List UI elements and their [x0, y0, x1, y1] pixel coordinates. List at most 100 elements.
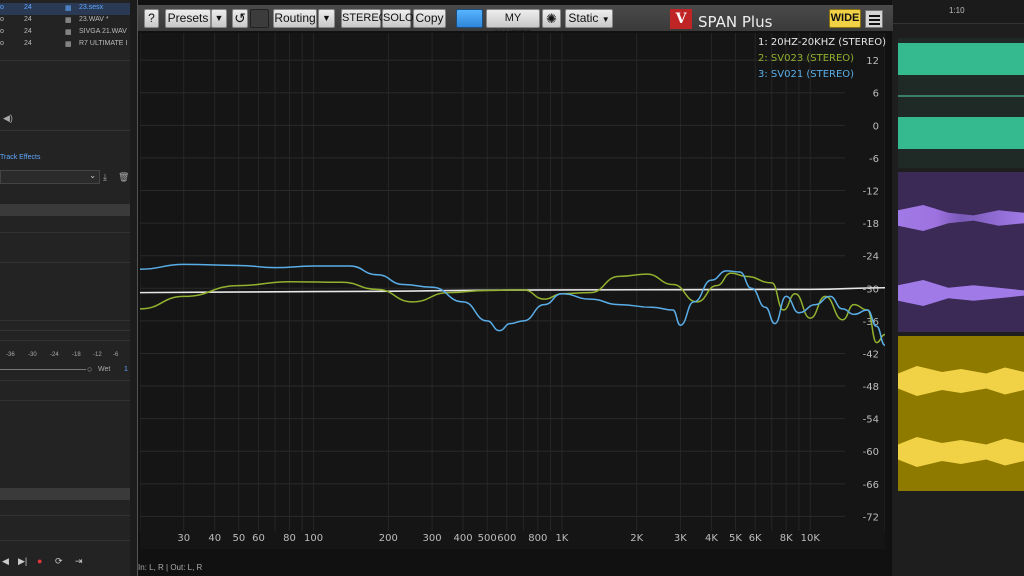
- status-bar: In: L, R | Out: L, R: [138, 563, 203, 572]
- y-tick-label: 0: [873, 121, 879, 132]
- x-tick-label: 600: [497, 533, 516, 544]
- solo-button[interactable]: SOLO: [382, 9, 414, 28]
- effect-dropdown[interactable]: ⌄: [0, 170, 100, 184]
- meter-scale-label: -18: [72, 352, 81, 358]
- x-tick-label: 30: [177, 533, 190, 544]
- loop-icon[interactable]: ⟳: [55, 556, 63, 567]
- stereo-button[interactable]: STEREO: [341, 9, 387, 28]
- x-tick-label: 3K: [674, 533, 687, 544]
- file-bit-depth: 24: [24, 28, 32, 35]
- skip-selection-icon[interactable]: ⇥: [75, 556, 83, 567]
- x-tick-label: 1K: [555, 533, 568, 544]
- plugin-title: SPAN Plus: [698, 13, 773, 31]
- x-tick-label: 80: [283, 533, 296, 544]
- divider: [0, 340, 130, 341]
- skip-forward-icon[interactable]: ▶|: [18, 556, 27, 567]
- routing-button[interactable]: Routing: [273, 9, 317, 28]
- skip-back-icon[interactable]: ◀: [2, 556, 9, 567]
- color-swatch-button[interactable]: [250, 9, 269, 28]
- multitrack-icon: ▦: [65, 5, 72, 12]
- y-tick-label: 12: [866, 56, 879, 67]
- legend-item-1: 1: 20HZ-20KHZ (STEREO): [758, 37, 886, 48]
- x-tick-label: 500: [478, 533, 497, 544]
- x-tick-label: 10K: [801, 533, 821, 544]
- chevron-down-icon: ⌄: [89, 171, 96, 180]
- file-bit-depth: 24: [24, 4, 32, 11]
- multitrack-icon: ▦: [65, 41, 72, 48]
- divider: [0, 320, 130, 321]
- waveform-yellow-lower: [898, 437, 1024, 467]
- meter-scale-label: -6: [113, 352, 119, 358]
- waveform-teal-upper: [898, 43, 1024, 75]
- divider: [0, 380, 130, 381]
- file-name: SIVGA 21.WAV: [79, 28, 127, 35]
- file-list-item[interactable]: o 24 ▦ R7 ULTIMATE I: [0, 39, 130, 51]
- speaker-icon[interactable]: ◀): [3, 113, 13, 124]
- file-name: 23.sesx: [79, 4, 104, 11]
- file-list-item[interactable]: o 24 ▦ SIVGA 21.WAV: [0, 27, 130, 39]
- meter-scale-label: -36: [6, 352, 15, 358]
- sweep-button[interactable]: MY SWEEP: [486, 9, 540, 41]
- waveform-yellow-upper: [898, 366, 1024, 396]
- y-tick-label: -66: [863, 480, 879, 491]
- x-tick-label: 50: [232, 533, 245, 544]
- divider: [0, 330, 130, 331]
- file-list-item[interactable]: o 24 ▦ 23.sesx: [0, 3, 130, 15]
- daw-left-panel: o 24 ▦ 23.sesx o 24 ▦ 23.WAV * o 24 ▦ SIVGA 21.WAV o…: [0, 0, 130, 576]
- menu-icon[interactable]: [865, 10, 883, 28]
- span-plugin-window: ? Presets ▼ ↺ Routing ▼ STEREO SOLO Copy…: [137, 0, 893, 576]
- divider: [0, 400, 130, 401]
- static-mode-label: Static: [568, 11, 599, 25]
- legend-item-3: 3: SV021 (STEREO): [758, 69, 855, 80]
- help-button[interactable]: ?: [144, 9, 159, 28]
- download-icon[interactable]: ⤓: [103, 172, 107, 183]
- wet-slider-handle[interactable]: ○: [87, 364, 92, 374]
- track-clip-purple[interactable]: [898, 172, 1024, 332]
- legend-item-2: 2: SV023 (STEREO): [758, 53, 855, 64]
- x-tick-label: 60: [252, 533, 265, 544]
- record-icon[interactable]: ●: [37, 556, 42, 566]
- meter-scale-label: -30: [28, 352, 37, 358]
- plot-background: [140, 33, 885, 549]
- track-clip-yellow[interactable]: [898, 336, 1024, 491]
- reset-icon[interactable]: ↺: [232, 9, 248, 28]
- divider: [0, 540, 130, 541]
- voxengo-logo: V: [670, 9, 692, 29]
- meter-scale-label: -12: [93, 352, 102, 358]
- effect-slot-header: [0, 204, 130, 216]
- x-tick-label: 300: [423, 533, 442, 544]
- file-col-1: o: [0, 40, 4, 47]
- x-tick-label: 100: [304, 533, 323, 544]
- file-col-1: o: [0, 4, 4, 11]
- file-list-item[interactable]: o 24 ▦ 23.WAV *: [0, 15, 130, 27]
- track-effects-tab[interactable]: Track Effects: [0, 154, 40, 161]
- panel-header: [0, 488, 130, 500]
- y-tick-label: -18: [863, 219, 879, 230]
- x-tick-label: 2K: [630, 533, 643, 544]
- divider: [0, 130, 130, 131]
- y-tick-label: -30: [863, 284, 879, 295]
- trash-icon[interactable]: 🗑: [118, 172, 129, 183]
- static-mode-dropdown[interactable]: Static ▼: [565, 9, 613, 28]
- x-tick-label: 6K: [749, 533, 762, 544]
- spectrum-plot[interactable]: 1260-6-12-18-24-30-36-42-48-54-60-66-723…: [140, 33, 885, 549]
- gear-icon[interactable]: ✺: [542, 9, 561, 28]
- y-tick-label: -48: [863, 382, 879, 393]
- divider: [0, 262, 130, 263]
- timeline-ruler[interactable]: 1:10: [893, 0, 1024, 24]
- plugin-toolbar: ? Presets ▼ ↺ Routing ▼ STEREO SOLO Copy…: [138, 5, 893, 41]
- y-tick-label: -42: [863, 349, 879, 360]
- presets-button[interactable]: Presets: [165, 9, 211, 28]
- wide-button[interactable]: WIDE: [829, 9, 861, 28]
- x-tick-label: 8K: [780, 533, 793, 544]
- routing-dropdown-arrow[interactable]: ▼: [318, 9, 335, 28]
- y-tick-label: -72: [863, 512, 879, 523]
- file-col-1: o: [0, 28, 4, 35]
- presets-dropdown-arrow[interactable]: ▼: [211, 9, 227, 28]
- wet-slider-track[interactable]: [0, 369, 86, 370]
- x-tick-label: 40: [208, 533, 221, 544]
- trace-color-toggle[interactable]: [456, 9, 483, 28]
- file-bit-depth: 24: [24, 40, 32, 47]
- copy-button[interactable]: Copy: [413, 9, 446, 28]
- x-tick-label: 4K: [705, 533, 718, 544]
